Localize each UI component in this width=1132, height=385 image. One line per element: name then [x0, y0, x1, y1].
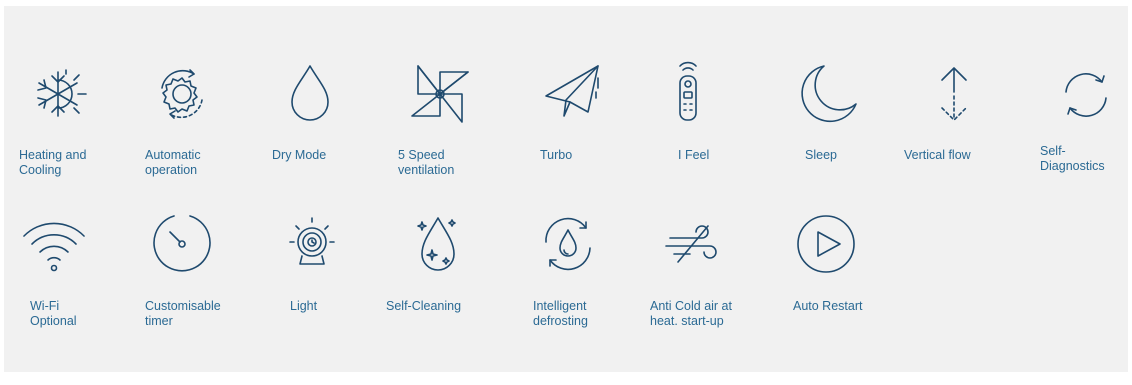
snowflake-sun-icon [22, 58, 94, 130]
feature-label: Customisable timer [145, 299, 221, 328]
timer-dial-icon [146, 208, 218, 280]
feature-label: Self- Diagnostics [1040, 144, 1105, 173]
crescent-moon-icon [792, 58, 864, 130]
feature-label: Vertical flow [904, 148, 971, 162]
feature-label: Intelligent defrosting [533, 299, 588, 328]
feature-label: Heating and Cooling [19, 148, 87, 177]
light-lamp-icon [276, 208, 348, 280]
gear-cycle-icon [146, 58, 218, 130]
feature-label: Self-Cleaning [386, 299, 462, 313]
feature-label: Auto Restart [793, 299, 863, 313]
feature-label: Dry Mode [272, 148, 327, 162]
feature-label: Automatic operation [145, 148, 201, 177]
water-drop-icon [274, 58, 346, 130]
feature-label: Turbo [540, 148, 573, 162]
refresh-arrows-icon [1050, 58, 1122, 130]
pinwheel-icon [404, 58, 476, 130]
feature-label: 5 Speed ventilation [398, 148, 455, 177]
feature-label: I Feel [678, 148, 710, 162]
feature-label: Anti Cold air at heat. start-up [650, 299, 732, 328]
wind-icon [658, 208, 730, 280]
feature-label: Wi-Fi Optional [30, 299, 77, 328]
vertical-arrows-icon [918, 58, 990, 130]
defrost-cycle-icon [532, 208, 604, 280]
remote-control-icon [652, 58, 724, 130]
play-circle-icon [790, 208, 862, 280]
wifi-icon [18, 208, 90, 280]
paper-plane-icon [536, 58, 608, 130]
sparkle-drop-icon [402, 208, 474, 280]
